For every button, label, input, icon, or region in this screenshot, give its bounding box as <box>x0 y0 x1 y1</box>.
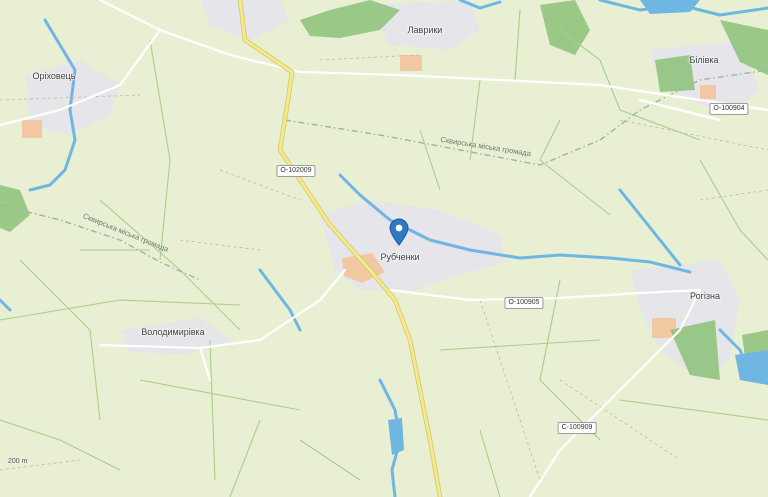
map-base-layer <box>0 0 768 497</box>
place-label-rohizna[interactable]: Рогізна <box>690 291 720 301</box>
place-label-bilivka[interactable]: Білівка <box>689 55 718 65</box>
road-shield-c100909[interactable]: С-100909 <box>557 422 597 434</box>
elevation-label: 200 m <box>8 458 28 465</box>
place-label-lavryky[interactable]: Лаврики <box>408 25 443 35</box>
road-shield-o100905[interactable]: О-100905 <box>504 297 544 309</box>
map-canvas[interactable]: Лаврики Оріховець Білівка Рубченки Волод… <box>0 0 768 497</box>
place-label-volodymyrivka[interactable]: Володимирівка <box>141 327 204 337</box>
location-pin-icon[interactable] <box>388 218 410 246</box>
road-shield-o100904[interactable]: О-100904 <box>709 103 749 115</box>
place-label-rubchenky[interactable]: Рубченки <box>380 252 419 262</box>
place-label-orikhovets[interactable]: Оріховець <box>33 71 76 81</box>
road-shield-o102009[interactable]: О-102009 <box>276 165 316 177</box>
